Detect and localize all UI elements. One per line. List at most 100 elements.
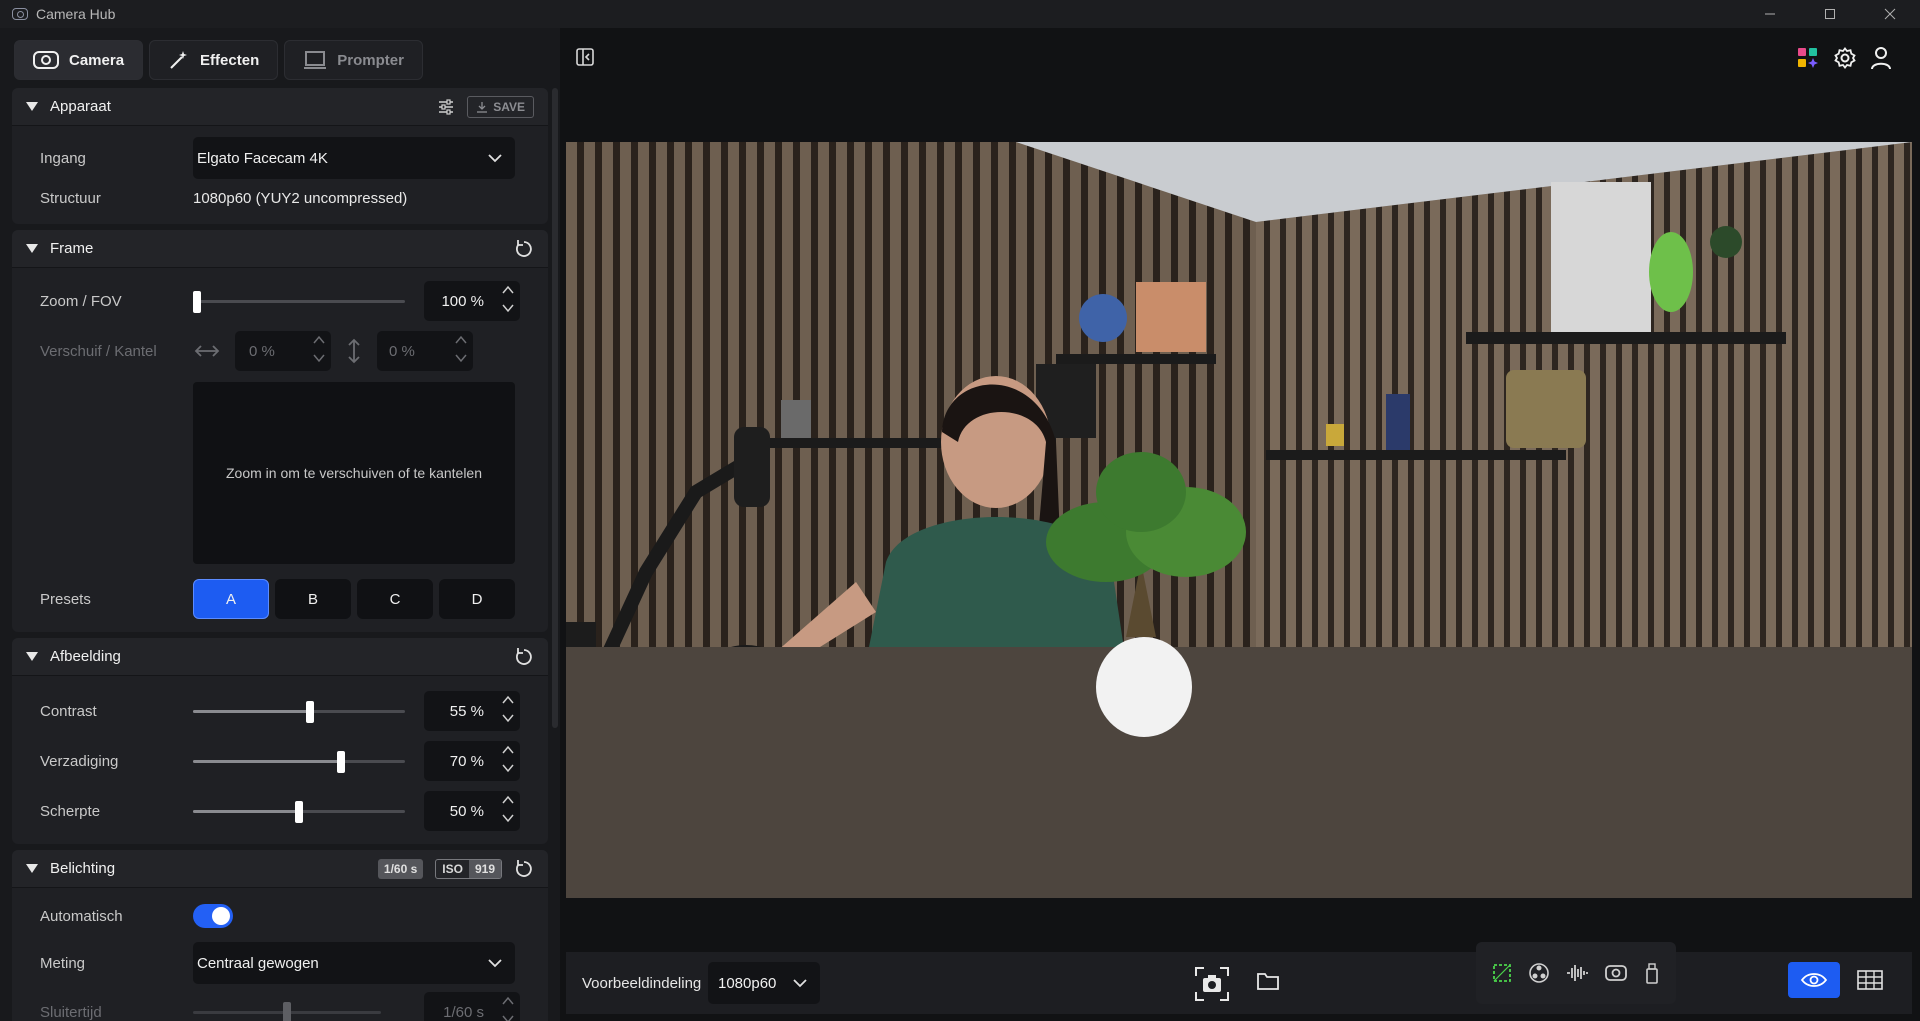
preset-d-button[interactable]: D [439, 579, 515, 619]
contrast-stepper[interactable]: 55 % [424, 691, 520, 731]
zoom-slider[interactable] [193, 291, 405, 313]
contrast-slider[interactable] [193, 701, 405, 723]
tab-prompter[interactable]: Prompter [284, 40, 423, 80]
tab-camera[interactable]: Camera [14, 40, 144, 80]
reset-icon[interactable] [514, 647, 534, 667]
auto-exposure-toggle[interactable] [193, 904, 233, 928]
minimize-button[interactable] [1740, 0, 1800, 28]
marketplace-icon[interactable] [1796, 46, 1820, 70]
sliders-icon[interactable] [437, 98, 455, 116]
slider-thumb[interactable] [337, 751, 346, 773]
chevron-down-icon[interactable] [500, 1012, 516, 1021]
capture-area-icon[interactable] [1491, 962, 1513, 984]
saturation-label: Verzadiging [40, 752, 119, 770]
preview-view-button[interactable] [1788, 962, 1840, 998]
chevron-up-icon[interactable] [500, 283, 516, 297]
window-controls [1740, 0, 1920, 28]
app-logo-icon [12, 8, 28, 20]
app-title: Camera Hub [36, 6, 116, 22]
slider-thumb[interactable] [193, 291, 201, 313]
maximize-icon [1825, 9, 1835, 19]
chevron-down-icon[interactable] [500, 761, 516, 775]
sharpness-stepper[interactable]: 50 % [424, 791, 520, 831]
obs-icon[interactable] [1528, 962, 1550, 984]
saturation-stepper[interactable]: 70 % [424, 741, 520, 781]
chevron-up-icon[interactable] [500, 743, 516, 757]
user-icon[interactable] [1870, 46, 1892, 70]
input-value: Elgato Facecam 4K [197, 149, 328, 167]
shutter-slider[interactable] [193, 1002, 381, 1021]
settings-scrollbar[interactable] [552, 88, 558, 728]
metering-dropdown[interactable]: Centraal gewogen [193, 942, 515, 984]
save-button[interactable]: SAVE [467, 96, 534, 118]
pan-tilt-pad[interactable]: Zoom in om te verschuiven of te kantelen [193, 382, 515, 564]
chevron-up-icon[interactable] [311, 333, 327, 347]
collapse-panel-icon[interactable] [576, 48, 594, 66]
settings-scroll-area[interactable]: Apparaat SAVE Ingang Elgato Facecam 4K S… [12, 88, 548, 1021]
tab-effects[interactable]: Effecten [149, 40, 279, 80]
zoom-stepper[interactable]: 100 % [424, 281, 520, 321]
chevron-up-icon[interactable] [453, 333, 469, 347]
input-dropdown[interactable]: Elgato Facecam 4K [193, 137, 515, 179]
image-section-title: Afbeelding [50, 648, 121, 665]
tilt-stepper[interactable]: 0 % [377, 331, 473, 371]
usb-stick-icon[interactable] [1643, 962, 1661, 984]
gear-icon[interactable] [1834, 47, 1856, 69]
camera-icon [33, 51, 59, 69]
reset-icon[interactable] [514, 239, 534, 259]
chevron-down-icon [488, 959, 502, 968]
chevron-down-icon[interactable] [500, 711, 516, 725]
close-icon [1884, 8, 1896, 20]
integration-tools [1476, 942, 1676, 1004]
slider-thumb[interactable] [283, 1002, 291, 1021]
settings-panel: Camera Effecten Prompter Apparaat SAVE I… [0, 28, 560, 1021]
slider-thumb[interactable] [305, 701, 314, 723]
preset-a-button[interactable]: A [193, 579, 269, 619]
camera-preview[interactable] [566, 142, 1912, 898]
saturation-slider[interactable] [193, 751, 405, 773]
top-right-toolbar [1796, 46, 1892, 70]
preview-layout-dropdown[interactable]: 1080p60 [708, 962, 820, 1004]
chevron-up-icon[interactable] [500, 793, 516, 807]
preview-layout-value: 1080p60 [718, 974, 777, 992]
chevron-up-icon[interactable] [500, 994, 516, 1008]
snapshot-button[interactable] [1194, 966, 1230, 1002]
exposure-section-header[interactable]: Belichting 1/60 s ISO 919 [12, 850, 548, 888]
image-section-header[interactable]: Afbeelding [12, 638, 548, 676]
chevron-down-icon[interactable] [500, 811, 516, 825]
format-label: Structuur [40, 189, 101, 207]
shutter-stepper[interactable]: 1/60 s [424, 992, 520, 1021]
image-section: Afbeelding Contrast 55 % Verzadiging 70 … [12, 638, 548, 844]
magic-wand-icon [170, 51, 188, 69]
chevron-up-icon[interactable] [500, 693, 516, 707]
download-icon [477, 102, 488, 113]
collapse-triangle-icon [26, 864, 38, 873]
audio-wave-icon[interactable] [1565, 962, 1589, 984]
preset-c-button[interactable]: C [357, 579, 433, 619]
maximize-button[interactable] [1800, 0, 1860, 28]
iso-key: ISO [442, 862, 463, 876]
close-button[interactable] [1860, 0, 1920, 28]
folder-icon[interactable] [1256, 970, 1280, 992]
sharpness-slider[interactable] [193, 801, 405, 823]
pad-hint: Zoom in om te verschuiven of te kantelen [225, 465, 483, 481]
webcam-icon[interactable] [1604, 962, 1628, 984]
device-section-header[interactable]: Apparaat SAVE [12, 88, 548, 126]
input-label: Ingang [40, 149, 86, 167]
iso-value: 919 [468, 860, 501, 878]
pantilt-label: Verschuif / Kantel [40, 342, 157, 360]
format-value: 1080p60 (YUY2 uncompressed) [193, 189, 408, 207]
pan-stepper[interactable]: 0 % [235, 331, 331, 371]
tab-effects-label: Effecten [200, 51, 260, 69]
frame-section-header[interactable]: Frame [12, 230, 548, 268]
preview-layout-label: Voorbeeldindeling [582, 974, 702, 992]
grid-icon [1857, 970, 1883, 990]
slider-thumb[interactable] [295, 801, 303, 823]
chevron-down-icon[interactable] [500, 301, 516, 315]
reset-icon[interactable] [514, 859, 534, 879]
auto-label: Automatisch [40, 907, 123, 925]
chevron-down-icon[interactable] [311, 351, 327, 365]
grid-view-button[interactable] [1844, 962, 1896, 998]
chevron-down-icon[interactable] [453, 351, 469, 365]
preset-b-button[interactable]: B [275, 579, 351, 619]
